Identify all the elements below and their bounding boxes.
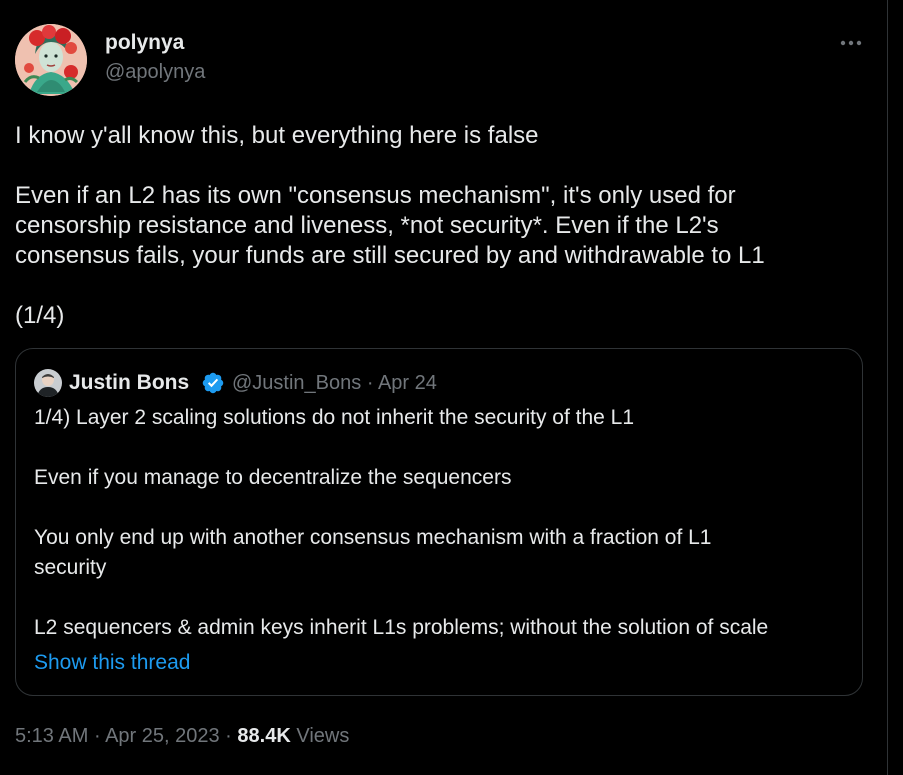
tweet-detail: polynya @apolynya I know y'all know this… (0, 0, 903, 775)
author-display-name[interactable]: polynya (105, 31, 184, 55)
views-label: Views (296, 725, 350, 747)
tweet-text: I know y'all know this, but everything h… (15, 121, 875, 331)
tweet-text-line: I know y'all know this, but everything h… (15, 122, 539, 149)
quoted-text-line: L2 sequencers & admin keys inherit L1s p… (34, 616, 769, 639)
quoted-text-line (34, 493, 854, 523)
tweet-date[interactable]: Apr 25, 2023 (105, 725, 220, 747)
tweet-meta: 5:13 AM · Apr 25, 2023 · 88.4K Views (15, 725, 349, 748)
quoted-author-avatar[interactable] (34, 369, 62, 397)
views-count: 88.4K (237, 725, 291, 747)
tweet-text-line: (1/4) (15, 302, 65, 329)
profile-photo-icon (34, 369, 62, 397)
illustrated-avatar-icon (15, 24, 87, 96)
quoted-tweet-card[interactable]: Justin Bons @Justin_Bons · Apr 24 1/4) L… (15, 348, 863, 696)
quoted-text-line: You only end up with another consensus m… (34, 526, 712, 549)
quoted-text-line: 1/4) Layer 2 scaling solutions do not in… (34, 406, 635, 429)
author-handle[interactable]: @apolynya (105, 61, 205, 84)
author-avatar[interactable] (15, 24, 87, 96)
quoted-text-line (34, 433, 854, 463)
verified-badge-icon (202, 372, 224, 394)
quoted-meta: @Justin_Bons · Apr 24 (232, 372, 437, 395)
tweet-text-line (15, 151, 875, 181)
quoted-author-display-name[interactable]: Justin Bons (69, 371, 189, 395)
tweet-text-line (15, 271, 875, 301)
more-options-button[interactable] (836, 28, 866, 58)
quoted-tweet-text: 1/4) Layer 2 scaling solutions do not in… (34, 403, 854, 643)
quoted-text-line: security (34, 556, 107, 579)
show-thread-link[interactable]: Show this thread (34, 651, 190, 675)
tweet-time[interactable]: 5:13 AM (15, 725, 88, 747)
meta-separator: · (366, 372, 374, 394)
quoted-author-handle[interactable]: @Justin_Bons (232, 372, 361, 394)
quoted-text-line: Even if you manage to decentralize the s… (34, 466, 512, 489)
tweet-text-line: consensus fails, your funds are still se… (15, 242, 765, 269)
quoted-text-line (34, 583, 854, 613)
more-options-icon (840, 40, 862, 46)
meta-separator: · (93, 725, 101, 747)
quoted-date[interactable]: Apr 24 (378, 372, 437, 394)
tweet-text-line: Even if an L2 has its own "consensus mec… (15, 182, 736, 209)
column-divider (887, 0, 888, 775)
tweet-text-line: censorship resistance and liveness, *not… (15, 212, 719, 239)
meta-separator: · (225, 725, 232, 747)
